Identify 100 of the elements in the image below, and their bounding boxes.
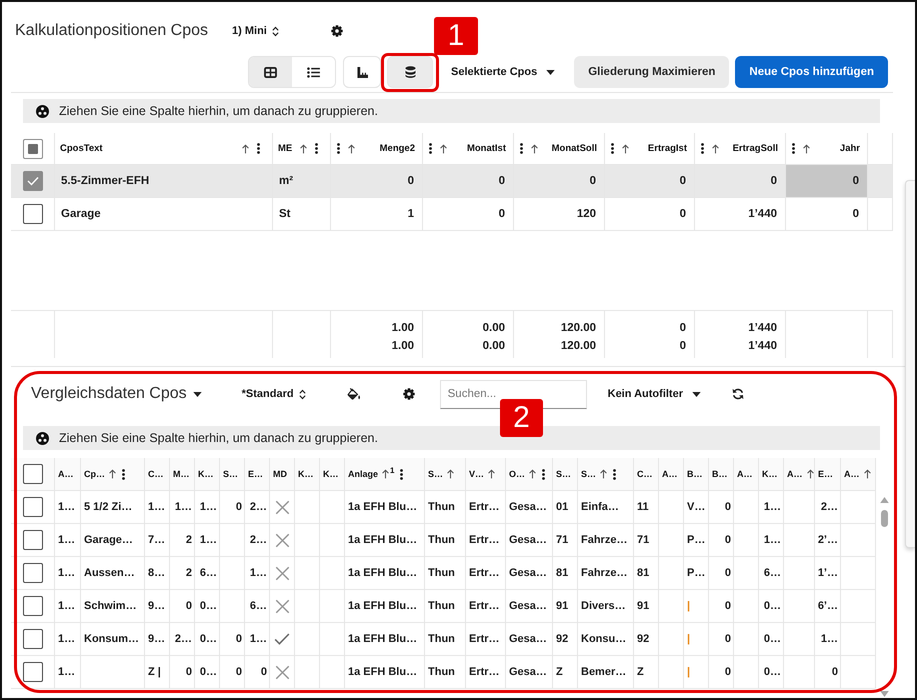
- database-button[interactable]: [387, 56, 434, 88]
- column-header[interactable]: A…: [659, 458, 684, 490]
- table-cell: 81: [634, 557, 659, 589]
- column-menu-icon[interactable]: [542, 468, 546, 480]
- table-row[interactable]: 1… 5 1/2 Zi… 1… 1… 1… 0 2… 1a EFH Blu… Thun Ertr… Gesa… 01 Einfa… 11 V… 0 1… 2…: [11, 491, 876, 524]
- table-row[interactable]: 1… Schwim… 9… 0 0… 6… 1a EFH Blu… Thun Ertr… Gesa… 91 Divers… 91 | 0 0… 6’…: [11, 590, 876, 623]
- column-header[interactable]: B…: [684, 458, 709, 490]
- table-cell: Einfa…: [578, 491, 634, 523]
- table-cell: 2: [170, 524, 195, 556]
- column-header[interactable]: B…: [709, 458, 734, 490]
- table-cell: 1a EFH Blu…: [345, 557, 425, 589]
- column-header[interactable]: Cp…: [81, 458, 145, 490]
- column-header[interactable]: ME: [273, 133, 331, 164]
- list-icon: [307, 66, 320, 78]
- row-checkbox[interactable]: [22, 171, 42, 191]
- column-header[interactable]: E…: [815, 458, 841, 490]
- table-cell: 2…: [245, 491, 270, 523]
- table-cell: 0…: [759, 590, 784, 622]
- caret-icon: [692, 392, 701, 396]
- column-header[interactable]: ErtragIst: [605, 133, 695, 164]
- column-header[interactable]: V…: [466, 458, 506, 490]
- table-view-button[interactable]: [249, 57, 292, 87]
- row-checkbox[interactable]: [22, 497, 42, 517]
- layout-select[interactable]: 1) Mini: [232, 19, 279, 43]
- column-header[interactable]: C…: [634, 458, 659, 490]
- table-cell: 1…: [195, 524, 220, 556]
- column-header[interactable]: S…: [578, 458, 634, 490]
- row-checkbox[interactable]: [22, 204, 42, 224]
- column-header[interactable]: Jahr: [786, 133, 868, 164]
- secondary-button[interactable]: Gliederung Maximieren: [574, 56, 730, 88]
- panel-title: Kalkulationpositionen Cpos: [15, 22, 208, 40]
- column-menu-icon[interactable]: [701, 143, 704, 154]
- column-header[interactable]: A…: [55, 458, 81, 490]
- column-menu-icon[interactable]: [337, 143, 340, 154]
- column-menu-icon[interactable]: [315, 143, 318, 154]
- primary-button[interactable]: Neue Cpos hinzufügen: [735, 56, 888, 88]
- column-header[interactable]: Anlage 1: [345, 458, 425, 490]
- table-cell: 0…: [759, 623, 784, 655]
- table-row[interactable]: 1… Konsum… 9… 2… 0… 0 1… 1a EFH Blu… Thun Ertr… Gesa… 92 Konsu… 92 | 0 0… 1…: [11, 623, 876, 656]
- column-header[interactable]: A…: [734, 458, 759, 490]
- title-dropdown[interactable]: Vergleichsdaten Cpos: [31, 379, 202, 409]
- column-menu-icon[interactable]: [257, 143, 260, 154]
- column-menu-icon[interactable]: [400, 468, 404, 480]
- selection-dropdown[interactable]: Selektierte Cpos: [451, 57, 556, 87]
- column-menu-icon[interactable]: [429, 143, 432, 154]
- column-header[interactable]: M…: [170, 458, 195, 490]
- column-header[interactable]: MonatSoll: [514, 133, 605, 164]
- column-header[interactable]: Menge2: [331, 133, 423, 164]
- caret-icon: [546, 70, 556, 74]
- column-header[interactable]: CposText: [55, 133, 273, 164]
- column-menu-icon[interactable]: [122, 468, 125, 480]
- column-header[interactable]: S…: [220, 458, 245, 490]
- row-checkbox[interactable]: [22, 530, 42, 550]
- filter-dropdown[interactable]: Kein Autofilter: [608, 379, 701, 409]
- table-cell: Gesa…: [506, 557, 553, 589]
- column-header[interactable]: MD: [270, 458, 295, 490]
- table-cell: P…: [684, 524, 709, 556]
- column-header[interactable]: K…: [320, 458, 345, 490]
- table-cell: 6…: [245, 590, 270, 622]
- table-cell: 0: [709, 623, 734, 655]
- column-header[interactable]: MonatIst: [423, 133, 514, 164]
- table-cell: 2: [170, 557, 195, 589]
- column-menu-icon[interactable]: [520, 143, 523, 154]
- table-cell: Gesa…: [506, 590, 553, 622]
- scrollbar-thumb[interactable]: [880, 510, 888, 527]
- column-header[interactable]: K…: [759, 458, 784, 490]
- table-cell: 0: [170, 656, 195, 688]
- column-header[interactable]: A…: [784, 458, 815, 490]
- row-checkbox[interactable]: [22, 662, 42, 682]
- paint-bucket-icon[interactable]: [346, 388, 361, 400]
- refresh-icon[interactable]: [732, 388, 744, 400]
- select-all-checkbox[interactable]: [22, 138, 42, 158]
- column-menu-icon[interactable]: [611, 143, 614, 154]
- column-header[interactable]: O…: [506, 458, 553, 490]
- column-header[interactable]: C…: [145, 458, 170, 490]
- ruler-button[interactable]: [343, 56, 382, 88]
- table-row[interactable]: Garage St 1 0 120 0 1’440 0: [11, 198, 893, 231]
- row-checkbox[interactable]: [22, 596, 42, 616]
- settings-icon[interactable]: [330, 25, 343, 37]
- table-cell: 0: [331, 165, 423, 197]
- table-row[interactable]: 1… Aussen… 8… 2 6… 1… 1a EFH Blu… Thun Ertr… Gesa… 81 Fahrze… 81 P… 0 6… 1’…: [11, 557, 876, 590]
- table-cell: 1: [331, 198, 423, 230]
- table-row[interactable]: 1… Garage… 7… 2 1… 2… 1a EFH Blu… Thun Ertr… Gesa… 71 Fahrze… 71 P… 0 1… 2’…: [11, 524, 876, 557]
- layout-select[interactable]: *Standard: [242, 382, 306, 406]
- column-header[interactable]: K…: [195, 458, 220, 490]
- column-header[interactable]: A…: [841, 458, 876, 490]
- row-checkbox[interactable]: [22, 563, 42, 583]
- column-menu-icon[interactable]: [792, 143, 795, 154]
- table-row[interactable]: 1… Z | 0 0… 0 0 1a EFH Blu… Thun Ertr… Gesa… Z Bemer… Z | 0 0… 0: [11, 656, 876, 689]
- column-menu-icon[interactable]: [613, 468, 616, 480]
- table-cell: Thun: [425, 524, 466, 556]
- column-header[interactable]: S…: [425, 458, 466, 490]
- select-all-checkbox[interactable]: [22, 464, 42, 484]
- column-header[interactable]: K…: [295, 458, 320, 490]
- column-header[interactable]: E…: [245, 458, 270, 490]
- settings-icon[interactable]: [402, 388, 415, 400]
- column-header[interactable]: S…: [553, 458, 578, 490]
- column-header[interactable]: ErtragSoll: [695, 133, 786, 164]
- row-checkbox[interactable]: [22, 629, 42, 649]
- table-row[interactable]: 5.5-Zimmer-EFH m² 0 0 0 0 0 0: [11, 165, 893, 198]
